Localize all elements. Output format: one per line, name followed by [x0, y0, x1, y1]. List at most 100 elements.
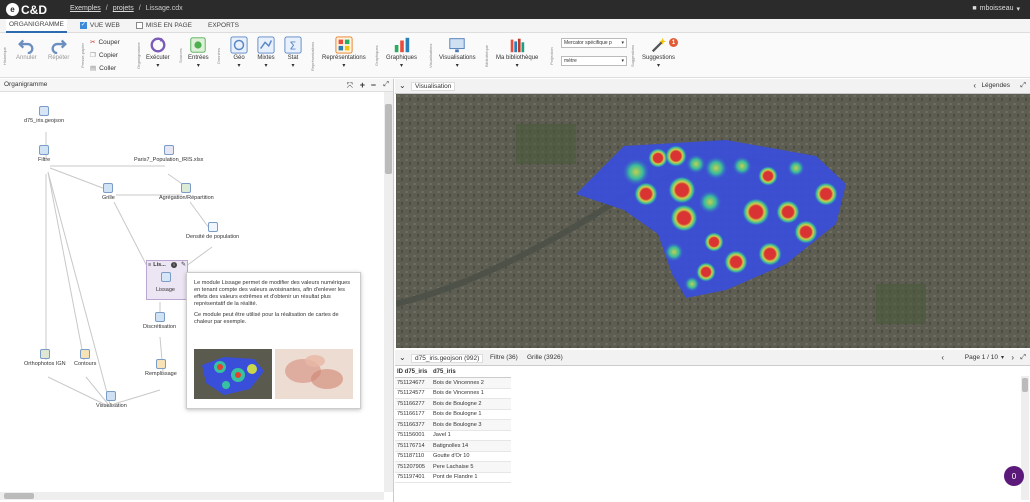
group-label-visualisations: Visualisations: [428, 43, 433, 69]
table-row[interactable]: 751156001 Javel 1: [395, 431, 511, 441]
tab-organigramme[interactable]: ORGANIGRAMME: [6, 18, 67, 33]
table-row[interactable]: 751166277 Bois de Boulogne 2: [395, 399, 511, 410]
table-row[interactable]: 751197401 Pont de Flandre 1: [395, 473, 511, 483]
vue-web-checkbox[interactable]: ✓: [79, 22, 87, 29]
tab-vue-web[interactable]: ✓ VUE WEB: [77, 19, 123, 33]
chevron-down-icon[interactable]: ⌄: [399, 353, 406, 362]
cell-id: 751166177: [397, 411, 425, 418]
node-grille[interactable]: Grille: [102, 183, 115, 201]
table-row[interactable]: 751166177 Bois de Boulogne 1: [395, 410, 511, 420]
cell-id: 751197401: [397, 474, 425, 481]
unit-select[interactable]: mètre ▾: [561, 56, 627, 66]
tab-filtre[interactable]: Filtre (36): [490, 354, 518, 361]
projection-select[interactable]: Mercator spécifique p ▾: [561, 38, 627, 48]
vertical-scrollbar[interactable]: [384, 92, 393, 492]
page-select[interactable]: Page 1 / 10: [965, 354, 998, 361]
info-icon[interactable]: i: [171, 262, 177, 268]
legendes-button[interactable]: Légendes: [981, 82, 1010, 89]
graphiques-button[interactable]: Graphiques ▾: [386, 36, 417, 69]
cell-id: 751124577: [397, 390, 425, 397]
node-contours[interactable]: Contours: [74, 349, 96, 367]
undo-button[interactable]: Annuler: [16, 36, 37, 61]
fit-icon[interactable]: ⤧: [347, 81, 353, 91]
chevron-right-icon[interactable]: ›: [1011, 353, 1014, 362]
table-row[interactable]: 751207905 Pere Lachaise 5: [395, 462, 511, 473]
scrollbar-thumb[interactable]: [1022, 378, 1028, 392]
grid-icon: [103, 183, 114, 193]
representations-button[interactable]: Représentations ▾: [322, 36, 366, 69]
node-filtre[interactable]: Filtre: [38, 145, 50, 163]
tab-mise-en-page[interactable]: MISE EN PAGE: [133, 19, 195, 33]
tab-label: ORGANIGRAMME: [9, 21, 64, 28]
node-label: Remplissage: [145, 371, 177, 377]
edit-icon[interactable]: ✎: [181, 261, 186, 268]
scrollbar-thumb[interactable]: [4, 493, 34, 499]
group-label-organigramme: Organigramme: [136, 42, 141, 70]
chevron-left-icon[interactable]: ‹: [941, 353, 944, 362]
redo-button[interactable]: Répéter: [48, 36, 69, 61]
node-d75-iris[interactable]: d75_iris.geojson: [24, 106, 64, 124]
tab-d75-iris[interactable]: d75_iris.geojson (992): [411, 354, 484, 363]
scrollbar-thumb[interactable]: [385, 104, 392, 174]
node-discretisation[interactable]: Discrétisation: [143, 312, 176, 330]
node-orthophotos[interactable]: Orthophotos IGN: [24, 349, 66, 367]
cut-button[interactable]: ✂ Couper: [90, 38, 120, 47]
bibliotheque-button[interactable]: Ma bibliothèque ▾: [496, 36, 538, 69]
visualisations-button[interactable]: Visualisations ▾: [439, 36, 476, 69]
cell-name: Bois de Boulogne 2: [433, 400, 482, 407]
node-lissage-selected[interactable]: ≡ Lis... i ✎ Lissage: [146, 260, 188, 300]
expand-icon[interactable]: ⤢: [1020, 82, 1026, 90]
zoom-out-icon[interactable]: −: [371, 80, 376, 90]
app-logo[interactable]: e C&D: [6, 3, 47, 17]
node-remplissage[interactable]: Remplissage: [145, 359, 177, 377]
table-row[interactable]: 751124577 Bois de Vincennes 1: [395, 389, 511, 399]
main-tabs: ORGANIGRAMME ✓ VUE WEB MISE EN PAGE EXPOR…: [0, 18, 1030, 33]
satellite-map[interactable]: [396, 94, 1030, 348]
tab-exports[interactable]: EXPORTS: [205, 19, 242, 33]
expand-icon[interactable]: ⤢: [383, 81, 389, 89]
menu-icon[interactable]: ≡: [148, 262, 151, 268]
stat-button[interactable]: Σ Stat ▾: [284, 36, 302, 69]
paste-icon: ▤: [90, 65, 97, 72]
node-agregation[interactable]: Agrégation/Répartition: [159, 183, 214, 201]
node-paris-population[interactable]: Paris7_Population_IRIS.xlsx: [134, 145, 203, 163]
user-menu[interactable]: ■ mboisseau ▾: [972, 5, 1020, 13]
paste-button[interactable]: ▤ Coller: [90, 64, 116, 73]
node-label: Lissage: [156, 287, 175, 293]
suggestions-label: Suggestions: [642, 55, 676, 61]
user-name: mboisseau: [979, 5, 1014, 12]
tab-label: MISE EN PAGE: [145, 22, 193, 29]
horizontal-scrollbar[interactable]: [0, 492, 384, 500]
mixtes-button[interactable]: Mixtes ▾: [257, 36, 275, 69]
node-visualisation[interactable]: Visualisation: [96, 391, 127, 409]
notification-button[interactable]: 0: [1004, 466, 1024, 486]
node-label: Orthophotos IGN: [24, 361, 66, 367]
copy-button[interactable]: ❐ Copier: [90, 51, 118, 60]
mise-en-page-checkbox[interactable]: [135, 22, 143, 29]
group-label-sources: Sources: [178, 48, 183, 64]
geo-icon: [230, 36, 248, 54]
table-row[interactable]: 751187110 Goutte d'Or 10: [395, 452, 511, 462]
expand-icon[interactable]: ⤢: [1020, 354, 1026, 362]
chevron-down-icon[interactable]: ⌄: [399, 81, 406, 90]
chevron-left-icon[interactable]: ‹: [973, 81, 976, 90]
column-header-name[interactable]: d75_iris: [431, 369, 511, 375]
undo-icon: [18, 39, 34, 54]
entrees-button[interactable]: Entrées ▾: [188, 36, 209, 69]
tab-grille[interactable]: Grille (3926): [527, 354, 563, 361]
chevron-down-icon: ▾: [342, 63, 346, 69]
table-row[interactable]: 751166377 Bois de Boulogne 3: [395, 420, 511, 431]
cell-id: 751156001: [397, 432, 425, 439]
node-densite[interactable]: Densité de population: [186, 222, 239, 240]
tab-visualisation[interactable]: Visualisation: [411, 82, 456, 91]
geo-button[interactable]: Géo ▾: [230, 36, 248, 69]
organigramme-tab[interactable]: Organigramme: [4, 81, 47, 88]
breadcrumb-exemples[interactable]: Exemples: [70, 5, 101, 12]
column-header-id[interactable]: ID d75_iris: [395, 369, 431, 375]
table-row[interactable]: 751176714 Batignolles 14: [395, 441, 511, 452]
table-row[interactable]: 751124677 Bois de Vincennes 2: [395, 378, 511, 389]
cell-name: Bois de Boulogne 3: [433, 421, 482, 428]
zoom-in-icon[interactable]: +: [360, 80, 365, 90]
breadcrumb-projets[interactable]: projets: [113, 5, 134, 12]
execute-button[interactable]: Exécuter ▾: [146, 36, 170, 69]
